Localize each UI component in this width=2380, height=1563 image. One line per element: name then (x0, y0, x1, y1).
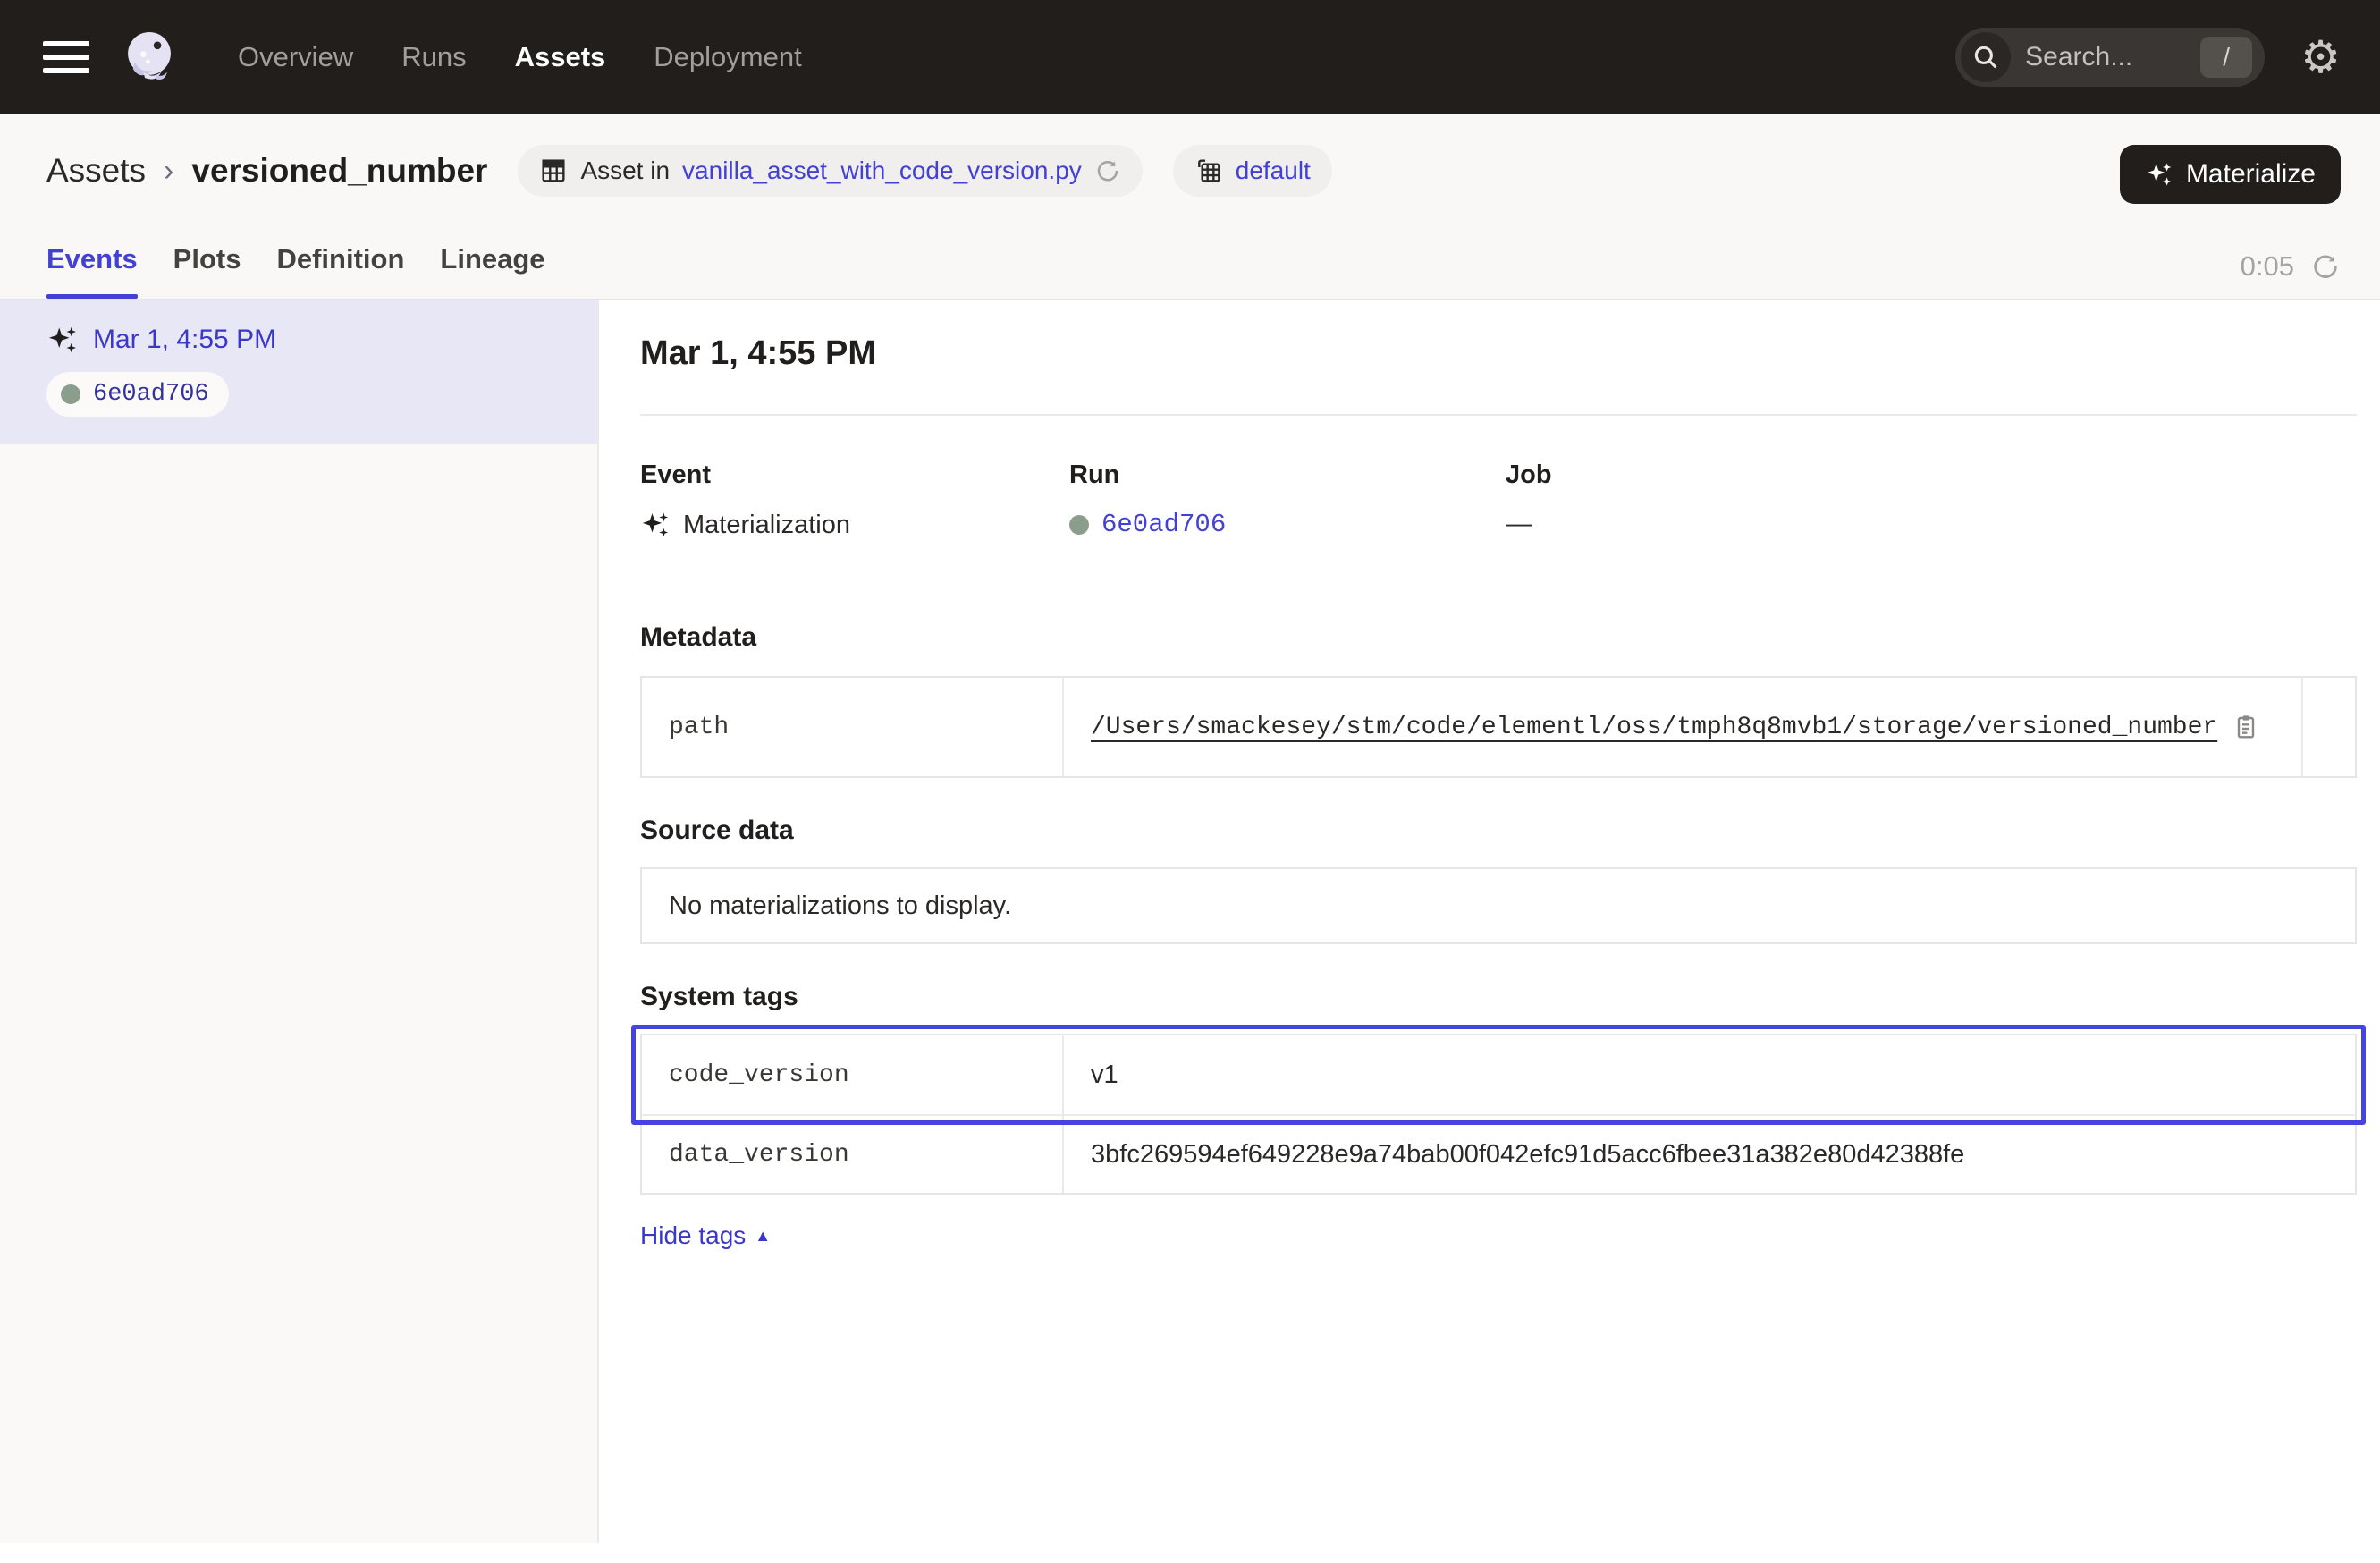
metadata-heading: Metadata (640, 622, 2357, 653)
table-row-code-version: code_version v1 (642, 1035, 2355, 1114)
materialization-sparkle-icon (46, 324, 79, 356)
primary-nav: Overview Runs Assets Deployment (238, 41, 802, 73)
detail-divider (640, 414, 2357, 416)
search-icon (1961, 32, 2011, 82)
asset-chip-prefix: Asset in (580, 156, 670, 185)
system-tags-table: code_version v1 data_version 3bfc269594e… (640, 1034, 2357, 1195)
search-placeholder: Search... (2025, 42, 2200, 72)
tab-events[interactable]: Events (46, 243, 138, 299)
settings-gear-icon[interactable]: ⚙ (2300, 35, 2341, 80)
metadata-table: path /Users/smackesey/stm/code/elementl/… (640, 676, 2357, 778)
asset-definition-chip[interactable]: Asset in vanilla_asset_with_code_version… (518, 145, 1142, 197)
top-nav: Overview Runs Assets Deployment Search..… (0, 0, 2380, 114)
job-empty-value: — (1506, 510, 1532, 539)
hide-tags-link[interactable]: Hide tags ▲ (640, 1221, 771, 1250)
source-data-empty-state: No materializations to display. (640, 867, 2357, 944)
tab-plots[interactable]: Plots (173, 243, 241, 299)
asset-file-link[interactable]: vanilla_asset_with_code_version.py (682, 156, 1082, 185)
chevron-right-icon: › (164, 154, 173, 189)
event-summary-row: Event Materialization Run 6 (640, 460, 2357, 540)
event-type-value: Materialization (683, 511, 850, 540)
sparkle-icon (2145, 160, 2173, 189)
refresh-countdown: 0:05 (2241, 250, 2294, 283)
hamburger-menu-icon[interactable] (43, 41, 89, 73)
hide-tags-label: Hide tags (640, 1221, 746, 1250)
tabs-row: Events Plots Definition Lineage 0:05 (46, 231, 2341, 299)
nav-link-overview[interactable]: Overview (238, 41, 353, 73)
job-label: Job (1506, 460, 2357, 490)
materialization-sparkle-icon (640, 510, 671, 540)
event-timestamp: Mar 1, 4:55 PM (93, 325, 276, 355)
tab-lineage[interactable]: Lineage (440, 243, 544, 299)
run-id-chip[interactable]: 6e0ad706 (46, 372, 229, 417)
event-list-item-selected[interactable]: Mar 1, 4:55 PM 6e0ad706 (0, 300, 597, 444)
page-title: versioned_number (191, 152, 487, 190)
system-tags-section: System tags code_version v1 data_version… (640, 982, 2357, 1250)
run-label: Run (1069, 460, 1506, 490)
run-id-link[interactable]: 6e0ad706 (1101, 510, 1226, 539)
source-data-heading: Source data (640, 815, 2357, 846)
metadata-key: path (642, 678, 1064, 776)
run-status-dot (61, 384, 80, 404)
caret-up-icon: ▲ (755, 1227, 771, 1246)
table-grid-icon (539, 156, 568, 185)
metadata-section: Metadata path /Users/smackesey/stm/code/… (640, 622, 2357, 778)
run-status-dot (1069, 515, 1089, 535)
reload-icon[interactable] (1094, 157, 1121, 184)
path-value-link[interactable]: /Users/smackesey/stm/code/elementl/oss/t… (1091, 714, 2217, 741)
nav-link-runs[interactable]: Runs (401, 41, 466, 73)
search-input[interactable]: Search... / (1955, 28, 2265, 87)
code-location-icon (1194, 156, 1223, 185)
code-location-chip[interactable]: default (1173, 145, 1332, 197)
source-data-section: Source data No materializations to displ… (640, 815, 2357, 944)
nav-link-assets[interactable]: Assets (515, 41, 606, 73)
nav-link-deployment[interactable]: Deployment (654, 41, 801, 73)
materialize-label: Materialize (2186, 159, 2316, 190)
breadcrumb: Assets › versioned_number Asset in vanil… (46, 145, 2341, 197)
system-tags-heading: System tags (640, 982, 2357, 1012)
empty-message: No materializations to display. (669, 891, 1011, 921)
table-end-cell (2301, 678, 2355, 776)
code-location-link[interactable]: default (1236, 156, 1311, 185)
page-header: Assets › versioned_number Asset in vanil… (0, 114, 2380, 299)
run-id-text: 6e0ad706 (93, 381, 209, 408)
search-shortcut-badge: / (2200, 37, 2252, 78)
refresh-icon[interactable] (2310, 251, 2341, 282)
tag-value: v1 (1064, 1035, 2355, 1114)
tab-definition[interactable]: Definition (276, 243, 404, 299)
event-detail-title: Mar 1, 4:55 PM (640, 334, 2357, 373)
tag-key: code_version (642, 1035, 1064, 1114)
copy-clipboard-icon[interactable] (2232, 713, 2260, 741)
tag-value: 3bfc269594ef649228e9a74bab00f042efc91d5a… (1064, 1116, 2355, 1193)
job-column: Job — (1506, 460, 2357, 540)
table-row-data-version: data_version 3bfc269594ef649228e9a74bab0… (642, 1114, 2355, 1193)
event-label: Event (640, 460, 1069, 490)
tag-key: data_version (642, 1116, 1064, 1193)
dagster-logo-icon[interactable] (120, 28, 179, 87)
breadcrumb-assets[interactable]: Assets (46, 152, 146, 190)
event-detail-panel: Mar 1, 4:55 PM Event Materialization (599, 300, 2380, 1543)
event-column: Event Materialization (640, 460, 1069, 540)
events-sidebar: Mar 1, 4:55 PM 6e0ad706 (0, 300, 599, 1543)
materialize-button[interactable]: Materialize (2120, 145, 2341, 204)
table-row: path /Users/smackesey/stm/code/elementl/… (642, 678, 2355, 776)
run-column: Run 6e0ad706 (1069, 460, 1506, 540)
